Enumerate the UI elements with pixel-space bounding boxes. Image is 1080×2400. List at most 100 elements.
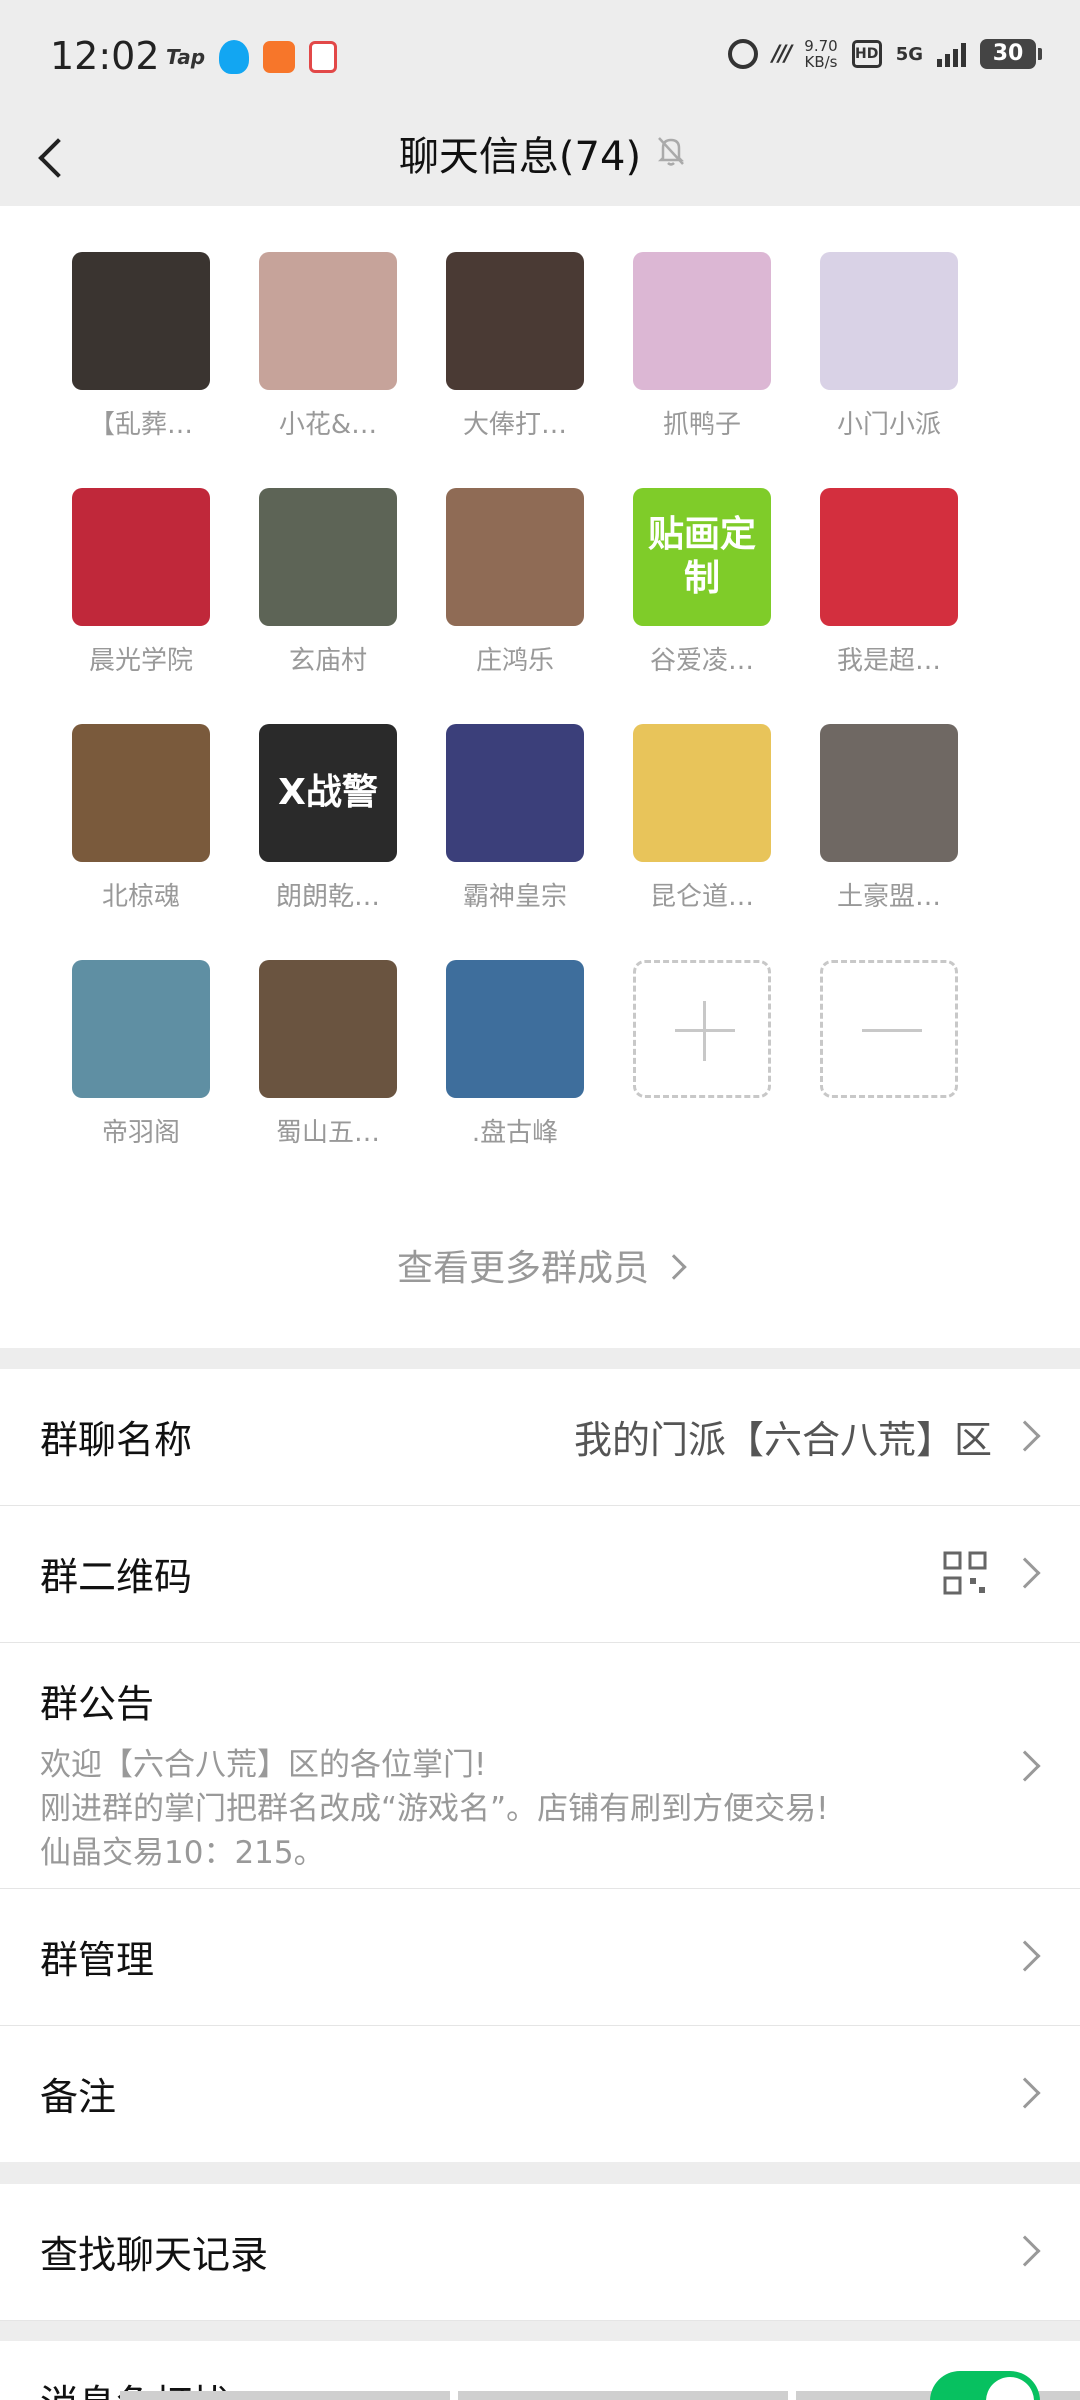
member-name: 土豪盟… xyxy=(836,882,941,912)
qr-code-icon xyxy=(943,1551,987,1595)
signal-strength-icon xyxy=(937,41,966,67)
member-name: 霸神皇宗 xyxy=(462,882,567,912)
chevron-right-icon xyxy=(1009,2235,1041,2267)
add-member-icon[interactable] xyxy=(633,960,771,1098)
member-avatar: X战警 xyxy=(259,724,397,862)
nav-bar: 聊天信息(74) xyxy=(0,110,1080,206)
member-item[interactable]: 北椋魂 xyxy=(72,724,210,960)
member-name: 大俸打… xyxy=(462,410,567,440)
member-item[interactable]: 玄庙村 xyxy=(259,488,397,724)
member-avatar xyxy=(446,252,584,390)
group-qr-label: 群二维码 xyxy=(40,1555,193,1599)
member-avatar xyxy=(820,724,958,862)
member-avatar: 贴画定制 xyxy=(633,488,771,626)
members-section: 【乱葬… 小花&… 大俸打… 抓鸭子 小门小派晨光学院 玄庙村 庄鸿乐 贴画定制谷爱凌… 我是超… xyxy=(0,206,1080,1348)
member-item[interactable]: 土豪盟… xyxy=(820,724,958,960)
group-manage-label: 群管理 xyxy=(40,1938,155,1982)
group-notice-row[interactable]: 群公告 欢迎【六合八荒】区的各位掌门! 刚进群的掌门把群名改成“游戏名”。店铺有… xyxy=(0,1643,1080,1889)
group-name-label: 群聊名称 xyxy=(40,1418,193,1462)
member-name: 谷爱凌… xyxy=(649,646,754,676)
alarm-icon xyxy=(728,39,759,69)
section-divider xyxy=(0,2162,1080,2184)
member-avatar xyxy=(72,960,210,1098)
member-item[interactable]: 抓鸭子 xyxy=(633,252,771,488)
member-item[interactable]: 小门小派 xyxy=(820,252,958,488)
member-avatar xyxy=(72,252,210,390)
member-item[interactable]: X战警朗朗乾… xyxy=(259,724,397,960)
chevron-right-icon xyxy=(1009,1420,1041,1452)
member-item[interactable]: 昆仑道… xyxy=(633,724,771,960)
mute-notifications-row[interactable]: 消息免打扰 xyxy=(0,2341,1080,2400)
group-notice-body: 欢迎【六合八荒】区的各位掌门! 刚进群的掌门把群名改成“游戏名”。店铺有刷到方便… xyxy=(40,1747,829,1871)
net-speed: 9.70 KB/s xyxy=(804,37,838,71)
member-item[interactable]: 蜀山五… xyxy=(259,960,397,1196)
status-bar: 12:02 Tap /// 9.70 KB/s HD 5G 30 xyxy=(0,0,1080,110)
member-item[interactable]: 大俸打… xyxy=(446,252,584,488)
member-name: 朗朗乾… xyxy=(275,882,380,912)
hd-icon: HD xyxy=(851,40,882,68)
avatar-text: X战警 xyxy=(278,772,378,813)
network-type: 5G xyxy=(895,43,923,65)
member-item[interactable]: 霸神皇宗 xyxy=(446,724,584,960)
member-name: 玄庙村 xyxy=(288,646,367,676)
network-activity-icon: /// xyxy=(772,41,792,67)
member-name: 【乱葬… xyxy=(88,410,193,440)
group-name-row[interactable]: 群聊名称 我的门派【六合八荒】区 xyxy=(0,1369,1080,1506)
group-notice-label: 群公告 xyxy=(40,1682,155,1726)
chevron-right-icon xyxy=(1009,1750,1041,1782)
group-name-value: 我的门派【六合八荒】区 xyxy=(573,1418,992,1462)
status-time: 12:02 xyxy=(50,34,160,78)
member-avatar xyxy=(446,960,584,1098)
remark-row[interactable]: 备注 xyxy=(0,2026,1080,2163)
battery-icon: 30 xyxy=(980,39,1042,69)
member-avatar xyxy=(446,488,584,626)
member-name: 帝羽阁 xyxy=(101,1118,180,1148)
member-item[interactable]: 庄鸿乐 xyxy=(446,488,584,724)
member-avatar xyxy=(259,488,397,626)
remark-label: 备注 xyxy=(40,2075,117,2119)
mute-toggle[interactable] xyxy=(930,2371,1040,2400)
remove-member-item[interactable] xyxy=(820,960,958,1196)
member-item[interactable]: 晨光学院 xyxy=(72,488,210,724)
search-history-row[interactable]: 查找聊天记录 xyxy=(0,2184,1080,2321)
member-item[interactable]: 帝羽阁 xyxy=(72,960,210,1196)
member-item[interactable]: 贴画定制谷爱凌… xyxy=(633,488,771,724)
mute-bell-icon xyxy=(657,137,685,166)
chevron-right-icon xyxy=(1009,1940,1041,1972)
member-name: 北椋魂 xyxy=(101,882,180,912)
chevron-right-icon xyxy=(661,1254,687,1280)
more-members-link[interactable]: 查看更多群成员 xyxy=(0,1239,1080,1291)
member-name: 庄鸿乐 xyxy=(475,646,554,676)
taptap-icon: Tap xyxy=(166,45,206,69)
section-divider xyxy=(0,2321,1080,2341)
member-item[interactable]: .盘古峰 xyxy=(446,960,584,1196)
chevron-right-icon xyxy=(1009,2077,1041,2109)
member-avatar xyxy=(820,488,958,626)
chevron-right-icon xyxy=(1009,1557,1041,1589)
avatar-text: 贴画定制 xyxy=(647,514,756,599)
member-item[interactable]: 我是超… xyxy=(820,488,958,724)
member-grid: 【乱葬… 小花&… 大俸打… 抓鸭子 小门小派晨光学院 玄庙村 庄鸿乐 贴画定制谷爱凌… 我是超… xyxy=(72,252,958,1196)
add-member-item[interactable] xyxy=(633,960,771,1196)
member-name: 小花&… xyxy=(278,410,378,440)
member-name: 蜀山五… xyxy=(275,1118,380,1148)
uc-browser-icon xyxy=(263,41,296,73)
member-name: 昆仑道… xyxy=(649,882,754,912)
remove-member-icon[interactable] xyxy=(820,960,958,1098)
member-avatar xyxy=(633,724,771,862)
group-qr-row[interactable]: 群二维码 xyxy=(0,1506,1080,1643)
settings-list: 群聊名称 我的门派【六合八荒】区 群二维码 群公告 欢迎【六合八荒】区的各位掌门… xyxy=(0,1369,1080,2163)
member-name: 我是超… xyxy=(836,646,941,676)
member-name: 小门小派 xyxy=(836,410,941,440)
member-avatar xyxy=(259,252,397,390)
group-manage-row[interactable]: 群管理 xyxy=(0,1889,1080,2026)
member-avatar xyxy=(633,252,771,390)
member-avatar xyxy=(72,488,210,626)
member-item[interactable]: 小花&… xyxy=(259,252,397,488)
page-title: 聊天信息(74) xyxy=(398,134,642,180)
member-avatar xyxy=(72,724,210,862)
member-avatar xyxy=(446,724,584,862)
status-app-icons: Tap xyxy=(166,40,338,74)
search-history-label: 查找聊天记录 xyxy=(40,2233,269,2277)
member-item[interactable]: 【乱葬… xyxy=(72,252,210,488)
